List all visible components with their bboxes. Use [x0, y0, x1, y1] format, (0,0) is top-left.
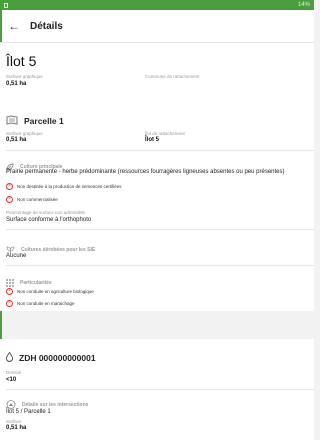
- surface-label: Surface graphique: [6, 131, 43, 136]
- water-drop-icon: [6, 349, 13, 367]
- parcelle-header: Parcelle 1: [6, 112, 64, 130]
- densite-label: Densité: [6, 370, 22, 375]
- page-title: Détails: [30, 20, 63, 32]
- culture-value: Prairie permanente - herbe prédominante …: [6, 169, 285, 175]
- close-circle-icon: ×: [6, 183, 13, 190]
- particularite-text: Non conduite en maraichage: [17, 301, 75, 306]
- flag-text: Non commercialisée: [17, 197, 58, 202]
- surface-value: 0,51 ha: [6, 81, 27, 87]
- intersection-value: Îlot 5 / Parcelle 1: [6, 409, 51, 415]
- notification-icon: [4, 2, 8, 8]
- ilot-rattachement-value: Îlot 5: [145, 137, 160, 143]
- app-bar: ← Détails: [0, 10, 314, 42]
- particularites-header-label: Particularités: [20, 280, 52, 286]
- pct-value: Surface conforme à l'orthophoto: [6, 217, 92, 223]
- zdh-header: ZDH 000000000001: [6, 349, 96, 367]
- intersection-surface-value: 0,51 ha: [6, 425, 27, 431]
- flag-text: Non destinée à la production de semences…: [17, 184, 122, 189]
- divider: [6, 389, 314, 390]
- ilot-card: Îlot 5 Surface graphique 0,51 ha Commune…: [0, 42, 314, 110]
- intersections-header-label: Détails sur les intersections: [22, 402, 89, 408]
- divider: [6, 265, 314, 266]
- pct-label: Pourcentage de surface non admissible: [6, 210, 86, 215]
- particularite-maraichage: × Non conduite en maraichage: [6, 300, 75, 307]
- parcelle-card: Parcelle 1 Surface graphique 0,51 ha Îlo…: [0, 104, 314, 311]
- parcelle-title: Parcelle 1: [24, 116, 64, 126]
- densite-value: <10: [6, 377, 17, 383]
- close-circle-icon: ×: [6, 300, 13, 307]
- derobees-header-label: Cultures dérobées pour les SIE: [21, 247, 96, 253]
- flag-semences: × Non destinée à la production de semenc…: [6, 183, 122, 190]
- surface-value: 0,51 ha: [6, 137, 27, 143]
- particularite-bio: × Non conduite en agriculture biologique: [6, 288, 94, 295]
- intersection-surface-label: Surface: [6, 419, 22, 424]
- arrow-left-icon[interactable]: ←: [8, 19, 30, 33]
- battery-level: 14%: [297, 2, 310, 8]
- ilot-title: Îlot 5: [6, 53, 37, 69]
- flag-commercialisee: × Non commercialisée: [6, 196, 58, 203]
- close-circle-icon: ×: [6, 288, 13, 295]
- status-bar: 14%: [0, 0, 314, 10]
- divider: [6, 229, 314, 230]
- ilot-rattachement-label: Îlot de rattachement: [145, 131, 185, 136]
- close-circle-icon: ×: [6, 196, 13, 203]
- zdh-title: ZDH 000000000001: [19, 353, 96, 363]
- zdh-card: ZDH 000000000001 Densité <10 Détails sur…: [0, 339, 314, 440]
- derobees-value: Aucune: [6, 253, 27, 259]
- surface-label: Surface graphique: [6, 74, 43, 79]
- commune-label: Commune de rattachement: [145, 74, 200, 79]
- parcel-map-icon: [6, 112, 18, 130]
- divider: [6, 150, 314, 151]
- particularite-text: Non conduite en agriculture biologique: [17, 289, 94, 294]
